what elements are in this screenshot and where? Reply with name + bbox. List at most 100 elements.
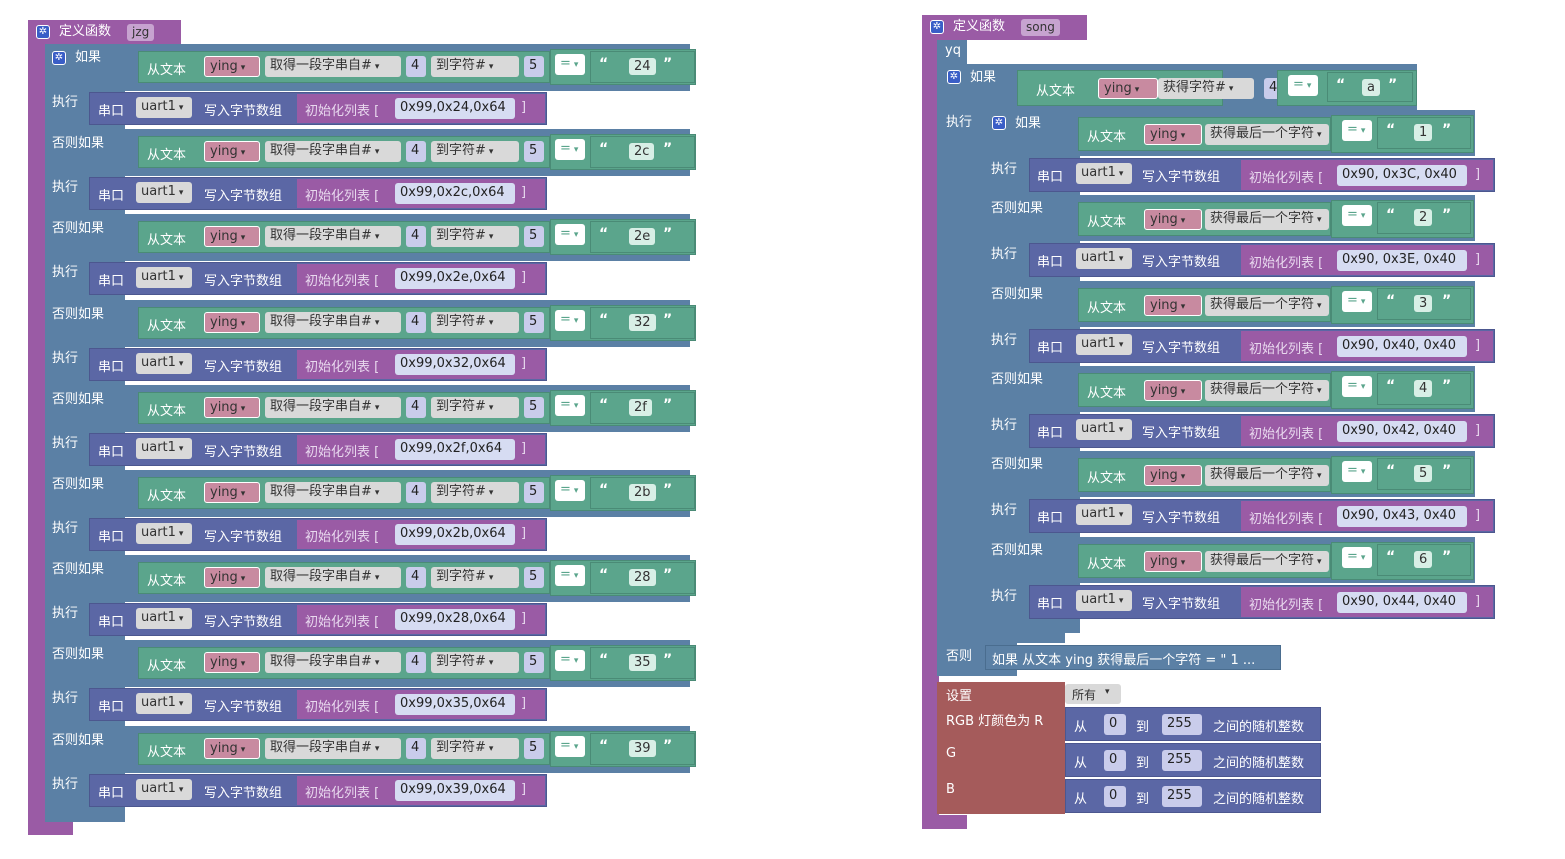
text-substring-block[interactable]: 从文本 ying ▾ 取得一段字串自# ▾ 4 到字符# ▾ 5 (138, 647, 550, 680)
string-value-field[interactable]: 5 (1414, 465, 1433, 483)
string-value-field[interactable]: 2f (629, 398, 652, 416)
list-init-block[interactable]: 初始化列表 [0x99,0x2c,0x64] (297, 179, 545, 209)
mutator-gear-icon[interactable]: ✲ (930, 20, 944, 34)
substring-from-input[interactable]: 4 (406, 141, 426, 163)
compare-operator-dropdown[interactable]: = ▾ (555, 565, 585, 587)
variable-dropdown[interactable]: ying ▾ (1098, 78, 1158, 99)
text-get-char-block[interactable]: 从文本 ying ▾ 获得字符# ▾ 4 (1017, 70, 1284, 106)
substring-from-input[interactable]: 4 (406, 652, 426, 674)
substring-to-dropdown[interactable]: 到字符# ▾ (431, 396, 519, 418)
uart-dropdown[interactable]: uart1 ▾ (136, 267, 192, 289)
variable-dropdown[interactable]: ying ▾ (1144, 550, 1202, 572)
list-values-field[interactable]: 0x99,0x35,0x64 (395, 694, 515, 716)
variable-dropdown[interactable]: ying ▾ (204, 56, 260, 77)
variable-dropdown[interactable]: ying ▾ (204, 396, 260, 418)
variable-dropdown[interactable]: ying ▾ (204, 311, 260, 333)
text-substring-block[interactable]: 从文本 ying ▾ 取得一段字串自# ▾ 4 到字符# ▾ 5 (138, 306, 550, 339)
substring-mode-dropdown[interactable]: 取得一段字串自# ▾ (265, 56, 401, 77)
substring-mode-dropdown[interactable]: 取得一段字串自# ▾ (265, 652, 401, 674)
uart-dropdown[interactable]: uart1 ▾ (1076, 163, 1132, 184)
char-mode-dropdown[interactable]: 获得最后一个字符 ▾ (1205, 379, 1329, 401)
string-literal-block[interactable]: “ a ” (1327, 72, 1413, 102)
text-get-last-char-block[interactable]: 从文本 ying ▾ 获得最后一个字符 ▾ (1078, 458, 1331, 493)
variable-dropdown[interactable]: ying ▾ (204, 141, 260, 163)
variable-dropdown[interactable]: ying ▾ (1144, 465, 1202, 487)
string-literal-block[interactable]: “ 2f ” (590, 391, 695, 424)
uart-dropdown[interactable]: uart1 ▾ (1076, 418, 1132, 440)
string-literal-block[interactable]: “ 4 ” (1377, 372, 1471, 405)
string-value-field[interactable]: 2b (629, 484, 656, 501)
list-init-block[interactable]: 初始化列表 [0x99,0x35,0x64] (297, 690, 545, 720)
random-int-block[interactable]: 从 0 到 255 之间的随机整数 (1065, 779, 1321, 813)
string-literal-block[interactable]: “ 32 ” (590, 306, 695, 339)
string-literal-block[interactable]: “ 3 ” (1377, 287, 1471, 320)
mutator-gear-icon[interactable]: ✲ (36, 25, 50, 39)
uart-dropdown[interactable]: uart1 ▾ (136, 693, 192, 715)
substring-to-input[interactable]: 5 (524, 141, 544, 163)
variable-dropdown[interactable]: ying ▾ (204, 652, 260, 674)
string-value-field[interactable]: 1 (1414, 124, 1433, 141)
substring-mode-dropdown[interactable]: 取得一段字串自# ▾ (265, 311, 401, 333)
substring-to-dropdown[interactable]: 到字符# ▾ (431, 56, 519, 77)
substring-mode-dropdown[interactable]: 取得一段字串自# ▾ (265, 567, 401, 589)
list-values-field[interactable]: 0x90, 0x40, 0x40 (1337, 335, 1467, 357)
char-mode-dropdown[interactable]: 获得最后一个字符 ▾ (1205, 465, 1329, 487)
random-min-input[interactable]: 0 (1104, 714, 1126, 735)
substring-mode-dropdown[interactable]: 取得一段字串自# ▾ (265, 482, 401, 503)
compare-operator-dropdown[interactable]: = ▾ (555, 54, 585, 75)
substring-from-input[interactable]: 4 (406, 396, 426, 418)
list-init-block[interactable]: 初始化列表 [0x90, 0x44, 0x40] (1241, 586, 1493, 617)
list-values-field[interactable]: 0x99,0x2e,0x64 (395, 268, 515, 290)
substring-to-dropdown[interactable]: 到字符# ▾ (431, 737, 519, 759)
variable-dropdown[interactable]: ying ▾ (204, 482, 260, 503)
string-value-field[interactable]: 35 (629, 654, 656, 672)
list-values-field[interactable]: 0x99,0x28,0x64 (395, 609, 515, 631)
list-init-block[interactable]: 初始化列表 [0x90, 0x3E, 0x40] (1241, 245, 1493, 276)
compare-operator-dropdown[interactable]: = ▾ (555, 735, 585, 757)
random-max-input[interactable]: 255 (1162, 786, 1202, 807)
substring-mode-dropdown[interactable]: 取得一段字串自# ▾ (265, 737, 401, 759)
string-value-field[interactable]: 2 (1414, 209, 1433, 227)
variable-dropdown[interactable]: ying ▾ (1144, 294, 1202, 316)
text-substring-block[interactable]: 从文本 ying ▾ 取得一段字串自# ▾ 4 到字符# ▾ 5 (138, 732, 550, 765)
substring-to-dropdown[interactable]: 到字符# ▾ (431, 226, 519, 248)
function-name-field[interactable]: jzg (127, 24, 155, 41)
string-value-field[interactable]: 24 (629, 58, 656, 75)
list-init-block[interactable]: 初始化列表 [0x99,0x2b,0x64] (297, 520, 545, 549)
uart-dropdown[interactable]: uart1 ▾ (136, 97, 192, 118)
substring-to-input[interactable]: 5 (524, 567, 544, 589)
uart-dropdown[interactable]: uart1 ▾ (136, 437, 192, 459)
substring-to-input[interactable]: 5 (524, 311, 544, 333)
text-substring-block[interactable]: 从文本 ying ▾ 取得一段字串自# ▾ 4 到字符# ▾ 5 (138, 221, 550, 254)
text-substring-block[interactable]: 从文本 ying ▾ 取得一段字串自# ▾ 4 到字符# ▾ 5 (138, 562, 550, 595)
list-init-block[interactable]: 初始化列表 [0x90, 0x42, 0x40] (1241, 415, 1493, 446)
uart-dropdown[interactable]: uart1 ▾ (1076, 248, 1132, 270)
string-literal-block[interactable]: “ 35 ” (590, 647, 695, 680)
compare-operator-dropdown[interactable]: = ▾ (1342, 461, 1372, 483)
compare-operator-dropdown[interactable]: = ▾ (555, 650, 585, 672)
char-mode-dropdown[interactable]: 获得最后一个字符 ▾ (1205, 124, 1329, 145)
substring-mode-dropdown[interactable]: 取得一段字串自# ▾ (265, 141, 401, 163)
uart-dropdown[interactable]: uart1 ▾ (136, 608, 192, 630)
list-init-block[interactable]: 初始化列表 [0x99,0x32,0x64] (297, 349, 545, 379)
compare-operator-dropdown[interactable]: = ▾ (555, 394, 585, 416)
target-dropdown[interactable]: 所有 ▾ (1065, 684, 1121, 704)
char-mode-dropdown[interactable]: 获得最后一个字符 ▾ (1205, 550, 1329, 572)
list-values-field[interactable]: 0x90, 0x42, 0x40 (1337, 420, 1467, 442)
random-max-input[interactable]: 255 (1162, 750, 1202, 771)
uart-dropdown[interactable]: uart1 ▾ (1076, 589, 1132, 611)
list-init-block[interactable]: 初始化列表 [0x99,0x2e,0x64] (297, 264, 545, 294)
substring-to-input[interactable]: 5 (524, 482, 544, 503)
list-values-field[interactable]: 0x99,0x32,0x64 (395, 353, 515, 375)
list-values-field[interactable]: 0x99,0x2b,0x64 (395, 524, 515, 545)
set-rgb-block[interactable]: 设置 RGB 灯颜色为 R G B (937, 682, 1065, 814)
variable-dropdown[interactable]: ying ▾ (1144, 379, 1202, 401)
string-literal-block[interactable]: “ 2c ” (590, 136, 695, 169)
substring-mode-dropdown[interactable]: 取得一段字串自# ▾ (265, 396, 401, 418)
text-get-last-char-block[interactable]: 从文本 ying ▾ 获得最后一个字符 ▾ (1078, 543, 1331, 578)
string-literal-block[interactable]: “ 1 ” (1377, 117, 1471, 149)
substring-to-dropdown[interactable]: 到字符# ▾ (431, 567, 519, 589)
uart-dropdown[interactable]: uart1 ▾ (1076, 333, 1132, 355)
mutator-gear-icon[interactable]: ✲ (52, 51, 66, 65)
char-mode-dropdown[interactable]: 获得最后一个字符 ▾ (1205, 209, 1329, 231)
